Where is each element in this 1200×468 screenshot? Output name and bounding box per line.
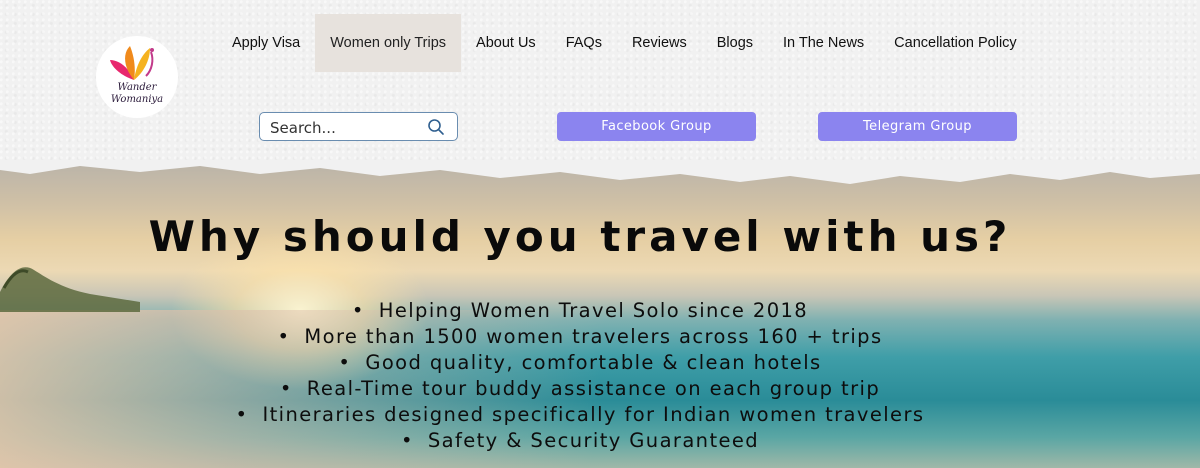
list-item: • Safety & Security Guaranteed [400, 429, 760, 452]
torn-paper-edge [0, 160, 1200, 184]
list-item: • Itineraries designed specifically for I… [235, 403, 925, 426]
search-input[interactable] [270, 116, 420, 140]
main-nav: Apply Visa Women only Trips About Us FAQ… [217, 14, 1032, 72]
list-item: • Helping Women Travel Solo since 2018 [351, 299, 809, 322]
facebook-group-button[interactable]: Facebook Group [557, 112, 756, 141]
list-item: • Good quality, comfortable & clean hotel… [338, 351, 822, 374]
nav-item-reviews[interactable]: Reviews [617, 14, 702, 72]
hero-banner: Why should you travel with us? • Helping … [0, 160, 1200, 468]
nav-item-about-us[interactable]: About Us [461, 14, 551, 72]
logo-text-line1: Wander [117, 82, 157, 93]
nav-item-cancellation-policy[interactable]: Cancellation Policy [879, 14, 1032, 72]
nav-item-blogs[interactable]: Blogs [702, 14, 768, 72]
telegram-group-button[interactable]: Telegram Group [818, 112, 1017, 141]
butterfly-logo-icon [110, 46, 154, 80]
hero-title: Why should you travel with us? [148, 212, 1012, 261]
benefits-list: • Helping Women Travel Solo since 2018 • M… [0, 298, 1160, 454]
list-item: • More than 1500 women travelers across 1… [277, 325, 883, 348]
nav-item-in-the-news[interactable]: In The News [768, 14, 879, 72]
logo-text-line2: Womaniya [110, 94, 164, 105]
site-header: Wander Womaniya Apply Visa Women only Tr… [0, 0, 1200, 170]
nav-item-women-only-trips[interactable]: Women only Trips [315, 14, 462, 72]
list-item: • Real-Time tour buddy assistance on each… [279, 377, 881, 400]
search-box [259, 112, 458, 141]
search-icon[interactable] [427, 118, 445, 136]
nav-item-apply-visa[interactable]: Apply Visa [217, 14, 315, 72]
nav-item-faqs[interactable]: FAQs [551, 14, 617, 72]
wander-womaniya-logo[interactable]: Wander Womaniya [96, 36, 178, 118]
